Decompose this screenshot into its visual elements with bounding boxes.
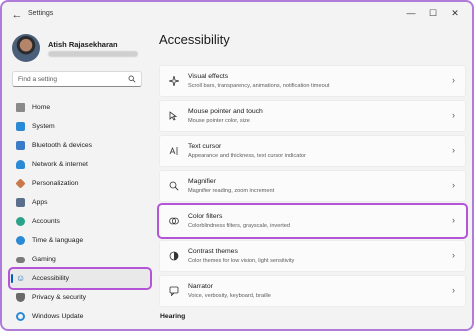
card-title: Visual effects bbox=[188, 73, 229, 80]
mouse-pointer-icon bbox=[169, 111, 178, 121]
close-button[interactable]: ✕ bbox=[444, 6, 466, 20]
chevron-right-icon: › bbox=[452, 145, 455, 155]
search-icon[interactable] bbox=[128, 75, 136, 83]
shield-icon bbox=[16, 293, 25, 302]
title-bar: ← Settings — ☐ ✕ bbox=[2, 2, 472, 28]
profile-email-blurred bbox=[48, 51, 138, 57]
sidebar-item-label: Accessibility bbox=[32, 275, 70, 282]
sidebar-item-label: Accounts bbox=[32, 218, 60, 225]
sidebar-item-apps[interactable]: Apps bbox=[10, 193, 150, 212]
sidebar-item-label: Gaming bbox=[32, 256, 56, 263]
bluetooth-icon bbox=[16, 141, 25, 150]
arrow-left-icon: ← bbox=[11, 9, 23, 21]
card-description: Scroll bars, transparency, animations, n… bbox=[188, 83, 330, 89]
sidebar-item-label: Windows Update bbox=[32, 313, 84, 320]
card-title: Text cursor bbox=[188, 143, 222, 150]
card-description: Appearance and thickness, text cursor in… bbox=[188, 153, 306, 159]
color-filter-icon bbox=[169, 217, 179, 225]
sidebar-nav: Home System Bluetooth & devices Network … bbox=[8, 98, 152, 326]
sidebar-item-label: System bbox=[32, 123, 55, 130]
sidebar-item-label: Personalization bbox=[32, 180, 79, 187]
card-title: Contrast themes bbox=[188, 248, 238, 255]
sidebar-item-label: Apps bbox=[32, 199, 48, 206]
person-icon bbox=[16, 217, 25, 226]
user-profile[interactable]: Atish Rajasekharan bbox=[12, 34, 152, 64]
main-content: Accessibility Visual effects Scroll bars… bbox=[152, 28, 472, 329]
sidebar: Atish Rajasekharan Home System Bluetooth… bbox=[2, 28, 152, 329]
sparkle-icon bbox=[169, 76, 179, 86]
text-cursor-icon bbox=[169, 146, 178, 155]
back-button[interactable]: ← bbox=[10, 8, 24, 22]
search-box[interactable] bbox=[12, 71, 142, 87]
brush-icon bbox=[15, 178, 26, 189]
card-description: Magnifier reading, zoom increment bbox=[188, 188, 275, 194]
card-contrast-themes[interactable]: Contrast themes Color themes for low vis… bbox=[159, 240, 466, 272]
sidebar-item-windows-update[interactable]: Windows Update bbox=[10, 307, 150, 326]
card-color-filters[interactable]: Color filters Colorblindness filters, gr… bbox=[157, 203, 468, 239]
card-description: Voice, verbosity, keyboard, braille bbox=[188, 293, 271, 299]
chevron-right-icon: › bbox=[452, 285, 455, 295]
card-magnifier[interactable]: Magnifier Magnifier reading, zoom increm… bbox=[159, 170, 466, 202]
sidebar-item-network-internet[interactable]: Network & internet bbox=[10, 155, 150, 174]
section-heading-hearing: Hearing bbox=[160, 313, 186, 320]
sidebar-item-label: Time & language bbox=[32, 237, 84, 244]
chevron-right-icon: › bbox=[452, 180, 455, 190]
app-title: Settings bbox=[28, 10, 54, 17]
sidebar-item-label: Home bbox=[32, 104, 51, 111]
card-visual-effects[interactable]: Visual effects Scroll bars, transparency… bbox=[159, 65, 466, 97]
chevron-right-icon: › bbox=[452, 110, 455, 120]
card-title: Narrator bbox=[188, 283, 213, 290]
sidebar-item-gaming[interactable]: Gaming bbox=[10, 250, 150, 269]
card-narrator[interactable]: Narrator Voice, verbosity, keyboard, bra… bbox=[159, 275, 466, 307]
sidebar-item-accessibility[interactable]: ☺ Accessibility bbox=[8, 267, 152, 290]
contrast-icon bbox=[169, 251, 179, 261]
globe-clock-icon bbox=[16, 236, 25, 245]
sidebar-item-label: Bluetooth & devices bbox=[32, 142, 93, 149]
maximize-button[interactable]: ☐ bbox=[422, 6, 444, 20]
chevron-right-icon: › bbox=[452, 215, 455, 225]
card-text-cursor[interactable]: Text cursor Appearance and thickness, te… bbox=[159, 135, 466, 167]
wifi-icon bbox=[16, 160, 25, 169]
home-icon bbox=[16, 103, 25, 112]
page-title: Accessibility bbox=[159, 32, 230, 47]
card-description: Colorblindness filters, grayscale, inver… bbox=[188, 223, 290, 229]
narrator-icon bbox=[169, 286, 179, 296]
chevron-right-icon: › bbox=[452, 75, 455, 85]
gamepad-icon bbox=[16, 256, 25, 263]
card-title: Magnifier bbox=[188, 178, 216, 185]
update-icon bbox=[16, 312, 25, 321]
sidebar-item-label: Network & internet bbox=[32, 161, 88, 168]
sidebar-item-label: Privacy & security bbox=[32, 294, 87, 301]
sidebar-item-privacy-security[interactable]: Privacy & security bbox=[10, 288, 150, 307]
sidebar-item-personalization[interactable]: Personalization bbox=[10, 174, 150, 193]
sidebar-item-home[interactable]: Home bbox=[10, 98, 150, 117]
chevron-right-icon: › bbox=[452, 250, 455, 260]
card-title: Mouse pointer and touch bbox=[188, 108, 263, 115]
search-input[interactable] bbox=[18, 74, 118, 85]
sidebar-item-bluetooth-devices[interactable]: Bluetooth & devices bbox=[10, 136, 150, 155]
profile-name: Atish Rajasekharan bbox=[48, 40, 118, 49]
card-description: Color themes for low vision, light sensi… bbox=[188, 258, 295, 264]
sidebar-item-time-language[interactable]: Time & language bbox=[10, 231, 150, 250]
card-description: Mouse pointer color, size bbox=[188, 118, 250, 124]
magnifier-icon bbox=[169, 181, 179, 191]
monitor-icon bbox=[16, 122, 25, 131]
accessibility-icon: ☺ bbox=[16, 273, 26, 283]
minimize-button[interactable]: — bbox=[400, 6, 422, 20]
sidebar-item-accounts[interactable]: Accounts bbox=[10, 212, 150, 231]
apps-icon bbox=[16, 198, 25, 207]
avatar bbox=[12, 34, 40, 62]
settings-window: ← Settings — ☐ ✕ Atish Rajasekharan Home bbox=[0, 0, 474, 331]
card-mouse-pointer-touch[interactable]: Mouse pointer and touch Mouse pointer co… bbox=[159, 100, 466, 132]
card-title: Color filters bbox=[188, 213, 223, 220]
sidebar-item-system[interactable]: System bbox=[10, 117, 150, 136]
window-controls: — ☐ ✕ bbox=[400, 6, 466, 20]
